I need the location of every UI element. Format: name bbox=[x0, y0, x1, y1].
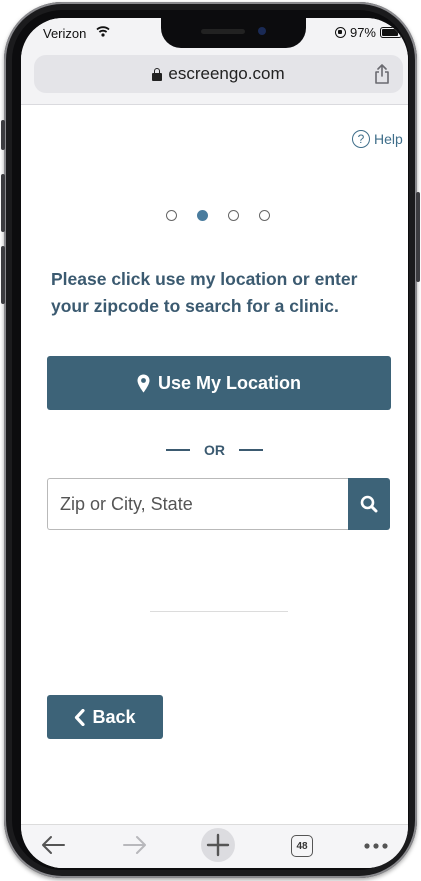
lock-icon bbox=[152, 67, 163, 81]
step-dot bbox=[166, 210, 177, 221]
power-button bbox=[416, 192, 420, 282]
question-icon: ? bbox=[352, 130, 370, 148]
chevron-left-icon bbox=[75, 708, 86, 726]
divider bbox=[150, 611, 288, 612]
tabs-icon[interactable]: 48 bbox=[291, 835, 313, 857]
search-button[interactable] bbox=[348, 478, 390, 530]
plus-icon bbox=[206, 833, 230, 857]
status-bar: Verizon 97% bbox=[21, 18, 408, 50]
search-icon bbox=[360, 495, 378, 513]
address-bar[interactable]: escreengo.com bbox=[34, 55, 403, 93]
tab-count: 48 bbox=[296, 840, 308, 852]
screen: Verizon 97% escreengo.com ? Help Please … bbox=[21, 18, 408, 868]
camera bbox=[258, 27, 266, 35]
battery-status: 97% bbox=[334, 25, 402, 40]
back-button[interactable]: Back bbox=[47, 695, 163, 739]
speaker bbox=[201, 29, 245, 34]
wifi-icon bbox=[96, 26, 110, 37]
help-label: Help bbox=[374, 131, 403, 147]
or-line-right bbox=[239, 449, 263, 451]
step-dot bbox=[228, 210, 239, 221]
phone-frame: Verizon 97% escreengo.com ? Help Please … bbox=[1, 2, 420, 878]
use-my-location-button[interactable]: Use My Location bbox=[47, 356, 391, 410]
step-dot bbox=[197, 210, 208, 221]
battery-percent: 97% bbox=[349, 25, 376, 40]
more-icon[interactable] bbox=[363, 842, 389, 850]
browser-address-area: escreengo.com bbox=[21, 50, 408, 105]
volume-down-button bbox=[1, 246, 5, 304]
use-my-location-label: Use My Location bbox=[157, 372, 302, 393]
step-indicator bbox=[166, 210, 270, 221]
or-line-left bbox=[166, 449, 190, 451]
forward-arrow-icon[interactable] bbox=[122, 833, 148, 857]
browser-toolbar: 48 bbox=[21, 824, 408, 868]
new-tab-button[interactable] bbox=[201, 828, 235, 862]
notch bbox=[161, 18, 306, 48]
volume-up-button bbox=[1, 174, 5, 232]
back-arrow-icon[interactable] bbox=[40, 833, 66, 857]
help-link[interactable]: ? Help bbox=[352, 130, 403, 148]
step-dot bbox=[259, 210, 270, 221]
back-label: Back bbox=[92, 706, 136, 727]
rotation-lock-icon bbox=[334, 27, 346, 38]
url-text: escreengo.com bbox=[168, 64, 285, 83]
or-label: OR bbox=[204, 442, 225, 458]
map-pin-icon bbox=[137, 374, 150, 392]
zip-city-search-input[interactable] bbox=[47, 478, 348, 530]
battery-fill bbox=[382, 29, 399, 36]
share-icon[interactable] bbox=[373, 64, 391, 84]
mute-switch bbox=[1, 120, 5, 150]
battery-icon bbox=[380, 27, 402, 38]
or-separator: OR bbox=[21, 442, 408, 458]
carrier-label: Verizon bbox=[43, 26, 87, 41]
instruction-text: Please click use my location or enter yo… bbox=[51, 269, 358, 316]
